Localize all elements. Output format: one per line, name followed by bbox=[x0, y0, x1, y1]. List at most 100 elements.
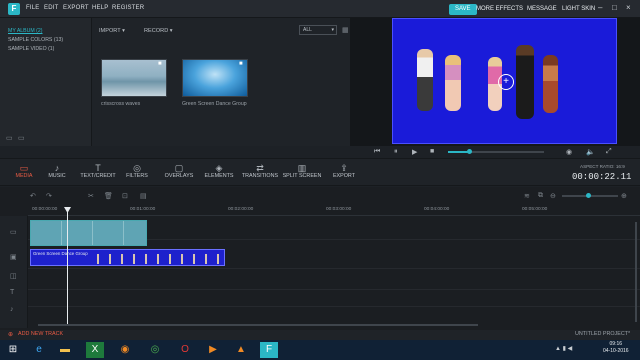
excel-icon[interactable]: X bbox=[86, 342, 104, 358]
add-folder-icon[interactable]: ▭ bbox=[6, 134, 13, 142]
snapshot-icon[interactable]: ◉ bbox=[566, 148, 572, 156]
album-item-sample-colors[interactable]: SAMPLE COLORS (13) bbox=[8, 37, 63, 43]
opera-icon[interactable]: O bbox=[176, 342, 194, 358]
dancer-figure bbox=[417, 49, 433, 111]
album-item-my-album[interactable]: MY ALBUM (2) bbox=[8, 28, 43, 34]
ruler-tick-label: 00:00:00:00 bbox=[32, 207, 58, 212]
import-button[interactable]: IMPORT ▾ bbox=[99, 28, 125, 34]
tool-label: ELEMENTS bbox=[204, 173, 234, 179]
timeline-clip-green-screen-dance[interactable]: Green Screen Dance Group bbox=[30, 249, 225, 266]
volume-icon[interactable]: 🔈 bbox=[586, 148, 595, 156]
tool-label: MEDIA bbox=[15, 173, 33, 179]
move-crosshair-icon[interactable]: + bbox=[498, 74, 514, 90]
stop-icon[interactable]: ■ bbox=[430, 148, 434, 155]
clock-date: 04-10-2016 bbox=[603, 348, 629, 354]
delete-icon[interactable]: 🗑 bbox=[104, 192, 113, 200]
timeline-vertical-scrollbar[interactable] bbox=[635, 222, 637, 322]
playhead[interactable] bbox=[67, 207, 68, 325]
chrome-icon[interactable]: ◎ bbox=[146, 342, 164, 358]
delete-folder-icon[interactable]: ▭ bbox=[18, 134, 25, 142]
project-name: UNTITLED PROJECT* bbox=[575, 331, 631, 337]
add-new-track-button[interactable]: ADD NEW TRACK bbox=[18, 331, 63, 337]
light-skin-button[interactable]: LIGHT SKIN bbox=[556, 4, 601, 15]
zoom-in-icon[interactable]: ⊕ bbox=[621, 192, 627, 200]
ruler-tick-label: 00:05:00:00 bbox=[522, 207, 548, 212]
dancer-figure bbox=[516, 45, 534, 119]
zoom-out-icon[interactable]: ⊖ bbox=[550, 192, 556, 200]
clip-frames bbox=[91, 254, 221, 264]
firefox-icon[interactable]: ◉ bbox=[116, 342, 134, 358]
effects-track-icon: ◫ bbox=[10, 273, 17, 280]
redo-icon[interactable]: ↷ bbox=[46, 192, 52, 200]
pause-icon[interactable]: ⏸ bbox=[394, 148, 398, 156]
media-player-icon[interactable]: ▶ bbox=[204, 342, 222, 358]
zoom-slider-handle[interactable] bbox=[586, 193, 591, 198]
video-preview[interactable]: + bbox=[392, 18, 617, 144]
playback-progress-fill bbox=[448, 151, 468, 153]
vlc-icon[interactable]: ▲ bbox=[232, 342, 250, 358]
tool-label: TEXT/CREDIT bbox=[80, 173, 116, 179]
grid-view-icon[interactable]: ▦ bbox=[342, 26, 349, 34]
app-logo: F bbox=[8, 3, 20, 15]
minimize-icon[interactable]: – bbox=[598, 3, 602, 12]
add-icon[interactable]: ⊕ bbox=[8, 331, 13, 338]
clock-time: 09:16 bbox=[609, 341, 623, 347]
menu-file[interactable]: FILE bbox=[26, 5, 39, 11]
network-icon[interactable]: ▲ ▮ ◀ bbox=[555, 345, 572, 352]
maximize-icon[interactable]: □ bbox=[612, 3, 617, 12]
aspect-ratio-label: ASPECT RATIO: 16:9 bbox=[580, 164, 625, 169]
media-library-panel: IMPORT ▾ RECORD ▾ ALL ▾ ▦ ■ crisscross wa… bbox=[92, 18, 350, 146]
track-sidebar: ▭ ▣ ◫ T ♪ bbox=[0, 216, 28, 328]
close-icon[interactable]: × bbox=[626, 3, 631, 12]
current-timecode: 00:00:22.11 bbox=[572, 172, 632, 182]
crop-icon[interactable]: ⊡ bbox=[122, 192, 128, 200]
export-icon: ⇪ bbox=[340, 163, 348, 173]
tab-split-screen[interactable]: ▥ SPLIT SCREEN bbox=[278, 163, 326, 179]
tool-label: FILTERS bbox=[126, 173, 148, 179]
filter-value: ALL bbox=[303, 27, 312, 33]
tab-export[interactable]: ⇪ EXPORT bbox=[320, 163, 368, 179]
audio-wave-icon[interactable]: ≋ bbox=[524, 192, 530, 200]
snap-icon[interactable]: ⧉ bbox=[538, 192, 543, 200]
tool-label: TRANSITIONS bbox=[241, 173, 279, 179]
album-item-sample-video[interactable]: SAMPLE VIDEO (1) bbox=[8, 46, 54, 52]
menu-edit[interactable]: EDIT bbox=[44, 5, 58, 11]
chevron-down-icon: ▾ bbox=[331, 27, 334, 33]
tab-filters[interactable]: ◎ FILTERS bbox=[113, 163, 161, 179]
clip-label: Green Screen Dance Group bbox=[33, 251, 88, 256]
record-button[interactable]: RECORD ▾ bbox=[144, 28, 173, 34]
edit-clip-icon[interactable]: ▤ bbox=[140, 192, 147, 200]
media-filter-dropdown[interactable]: ALL ▾ bbox=[299, 25, 337, 35]
video-icon: ■ bbox=[239, 61, 243, 67]
undo-icon[interactable]: ↶ bbox=[30, 192, 36, 200]
tool-label: SPLIT SCREEN bbox=[282, 173, 322, 179]
ruler-tick-label: 00:02:00:00 bbox=[228, 207, 254, 212]
timeline-clip-crisscross-waves[interactable] bbox=[30, 220, 147, 246]
filmora-taskbar-icon[interactable]: F bbox=[260, 342, 278, 358]
ruler-tick-label: 00:01:00:00 bbox=[130, 207, 156, 212]
system-clock[interactable]: 09:16 04-10-2016 bbox=[603, 341, 629, 355]
dancer-figure bbox=[445, 55, 461, 111]
text-track-icon: T bbox=[10, 289, 15, 296]
playback-scrubber[interactable] bbox=[467, 149, 472, 154]
play-icon[interactable]: ▶ bbox=[412, 148, 417, 156]
menu-help[interactable]: HELP bbox=[92, 5, 108, 11]
video-icon: ■ bbox=[158, 61, 162, 67]
ruler-tick-label: 00:03:00:00 bbox=[326, 207, 352, 212]
filters-icon: ◎ bbox=[133, 163, 141, 173]
menu-bar: F FILE EDIT EXPORT HELP REGISTER SAVE MO… bbox=[0, 0, 640, 18]
tool-label: EXPORT bbox=[332, 173, 356, 179]
tab-transitions[interactable]: ⇄ TRANSITIONS bbox=[236, 163, 284, 179]
cut-icon[interactable]: ✂ bbox=[88, 192, 94, 200]
media-caption: crisscross waves bbox=[101, 101, 141, 107]
menu-register[interactable]: REGISTER bbox=[112, 5, 144, 11]
album-panel: MY ALBUM (2) SAMPLE COLORS (13) SAMPLE V… bbox=[0, 18, 92, 146]
skip-back-icon[interactable]: ⏮ bbox=[374, 148, 380, 156]
file-explorer-icon[interactable]: ▬ bbox=[56, 342, 74, 358]
internet-explorer-icon[interactable]: e bbox=[30, 342, 48, 358]
menu-export[interactable]: EXPORT bbox=[63, 5, 89, 11]
timeline-scrollbar[interactable] bbox=[38, 324, 478, 326]
fullscreen-icon[interactable]: ⤢ bbox=[606, 148, 612, 156]
windows-start-icon[interactable]: ⊞ bbox=[4, 342, 22, 358]
text-track[interactable] bbox=[28, 285, 640, 307]
